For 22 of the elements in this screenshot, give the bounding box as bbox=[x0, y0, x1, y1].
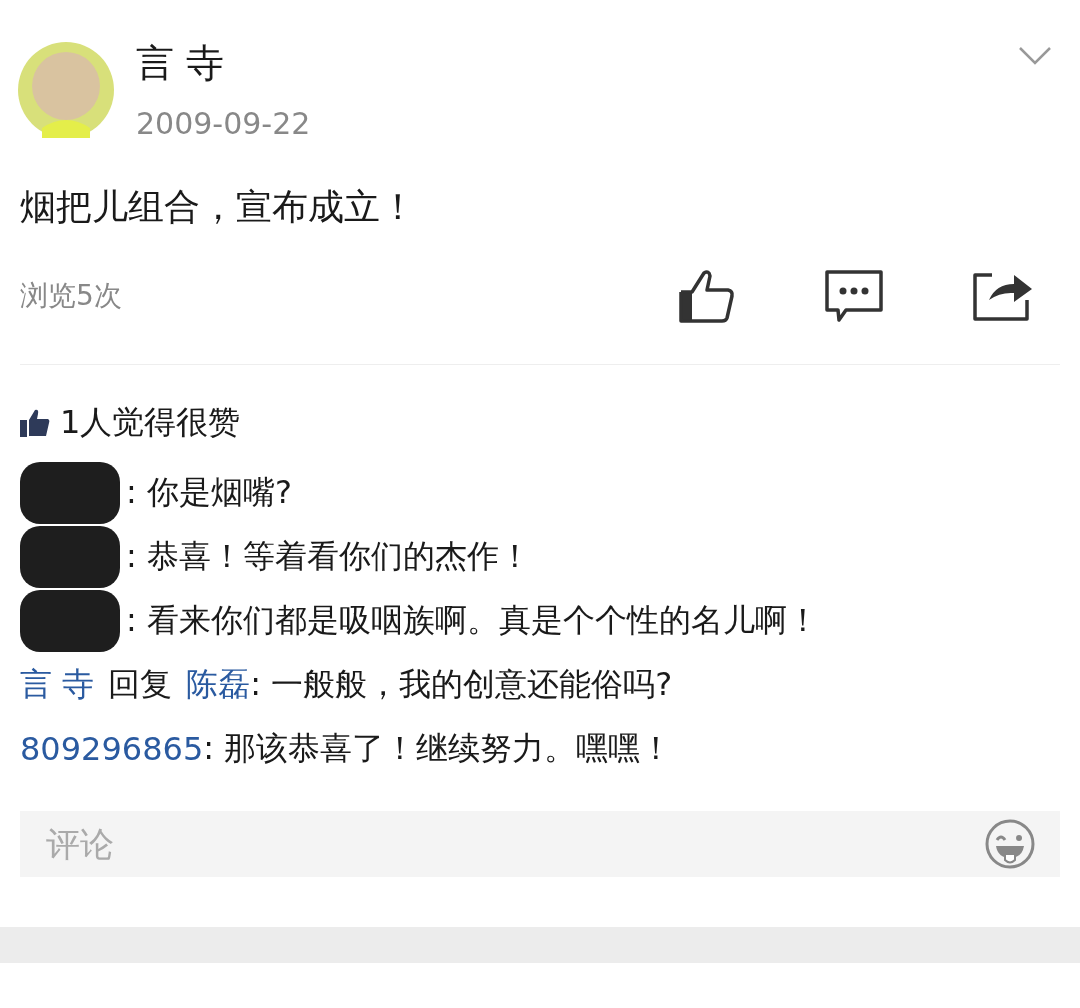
chevron-down-icon[interactable] bbox=[1018, 46, 1052, 66]
emoji-icon[interactable] bbox=[984, 818, 1036, 870]
comment-author[interactable]: 809296865 bbox=[20, 730, 204, 768]
reply-label: 回复 bbox=[108, 664, 173, 705]
comment-bar[interactable]: 评论 bbox=[20, 811, 1060, 877]
comment-text: : 看来你们都是吸咽族啊。真是个个性的名儿啊！ bbox=[126, 600, 819, 641]
comment-author[interactable]: 言 寺 bbox=[20, 663, 95, 707]
share-icon[interactable] bbox=[972, 270, 1034, 322]
comment-field[interactable]: 评论 bbox=[44, 823, 984, 865]
author-name[interactable]: 言 寺 bbox=[136, 38, 1018, 88]
post-date: 2009-09-22 bbox=[136, 106, 312, 141]
comment-text: : 恭喜！等着看你们的杰作！ bbox=[126, 536, 531, 577]
comment-text: : 一般般，我的创意还能俗吗? bbox=[250, 664, 673, 705]
like-icon[interactable] bbox=[678, 268, 736, 324]
like-summary: 1人觉得很赞 bbox=[60, 402, 241, 443]
thumbs-up-icon bbox=[20, 409, 50, 437]
post-text: 烟把儿组合，宣布成立！ bbox=[19, 185, 417, 229]
view-count: 浏览5次 bbox=[20, 278, 123, 314]
comment-text: : 那该恭喜了！继续努力。嘿嘿！ bbox=[203, 728, 673, 769]
comment-icon[interactable] bbox=[824, 269, 884, 323]
comment-text: : 你是烟嘴? bbox=[126, 472, 292, 513]
reply-target[interactable]: 陈磊 bbox=[186, 663, 251, 707]
